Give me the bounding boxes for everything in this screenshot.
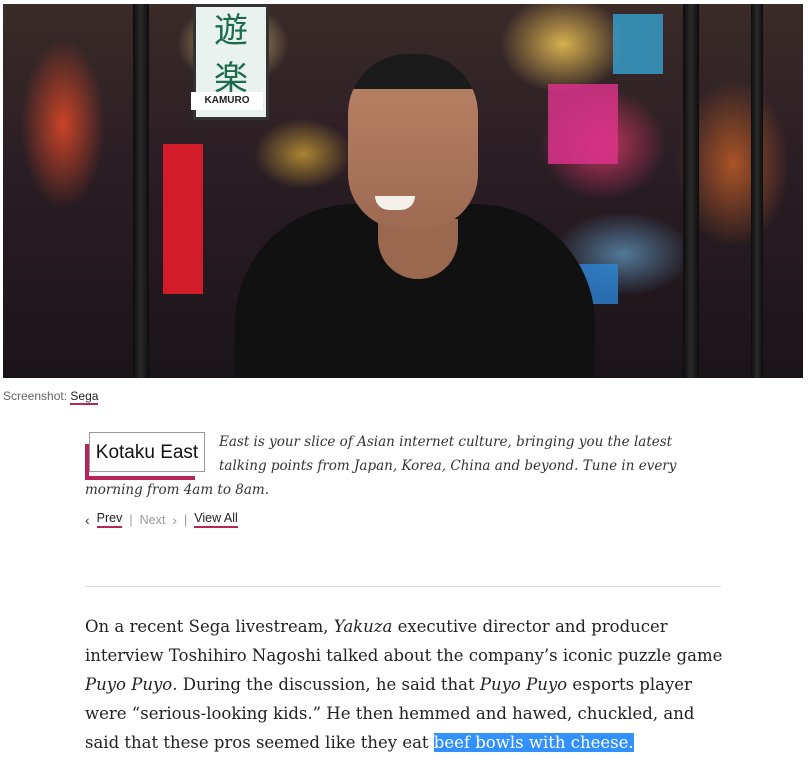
hero-image: 遊楽 KAMURO [3, 4, 803, 378]
neon-sign [613, 14, 663, 74]
next-link: Next [139, 512, 166, 527]
prev-link[interactable]: Prev [96, 511, 123, 528]
neon-sign-label: KAMURO [191, 92, 263, 110]
light-stand [133, 4, 149, 378]
series-title[interactable]: Kotaku East [89, 432, 205, 472]
nav-separator: | [184, 512, 188, 527]
article-paragraph: On a recent Sega livestream, Yakuza exec… [85, 612, 725, 757]
series-box: Kotaku East East is your slice of Asian … [85, 432, 721, 502]
caption-source-link[interactable]: Sega [70, 389, 99, 405]
text: On a recent Sega livestream, [85, 617, 334, 636]
neon-sign [548, 84, 618, 164]
game-title: Puyo Puyo [85, 675, 173, 694]
badge-accent [85, 476, 195, 480]
divider [85, 586, 721, 587]
series-nav: ‹ Prev | Next › | View All [85, 511, 238, 528]
text: . During the discussion, he said that [172, 675, 480, 694]
game-title: Puyo Puyo [479, 675, 568, 694]
chevron-right-icon: › [172, 511, 177, 528]
game-title: Yakuza [333, 617, 393, 636]
light-stand [683, 4, 699, 378]
series-badge[interactable]: Kotaku East [85, 432, 207, 480]
image-caption: Screenshot: Sega [3, 389, 99, 405]
chevron-left-icon[interactable]: ‹ [85, 512, 90, 528]
nav-separator: | [129, 512, 133, 527]
light-stand [751, 4, 763, 378]
caption-prefix: Screenshot: [3, 389, 68, 403]
selected-text[interactable]: beef bowls with cheese. [433, 733, 634, 752]
view-all-link[interactable]: View All [194, 511, 238, 528]
neon-sign [163, 144, 203, 294]
